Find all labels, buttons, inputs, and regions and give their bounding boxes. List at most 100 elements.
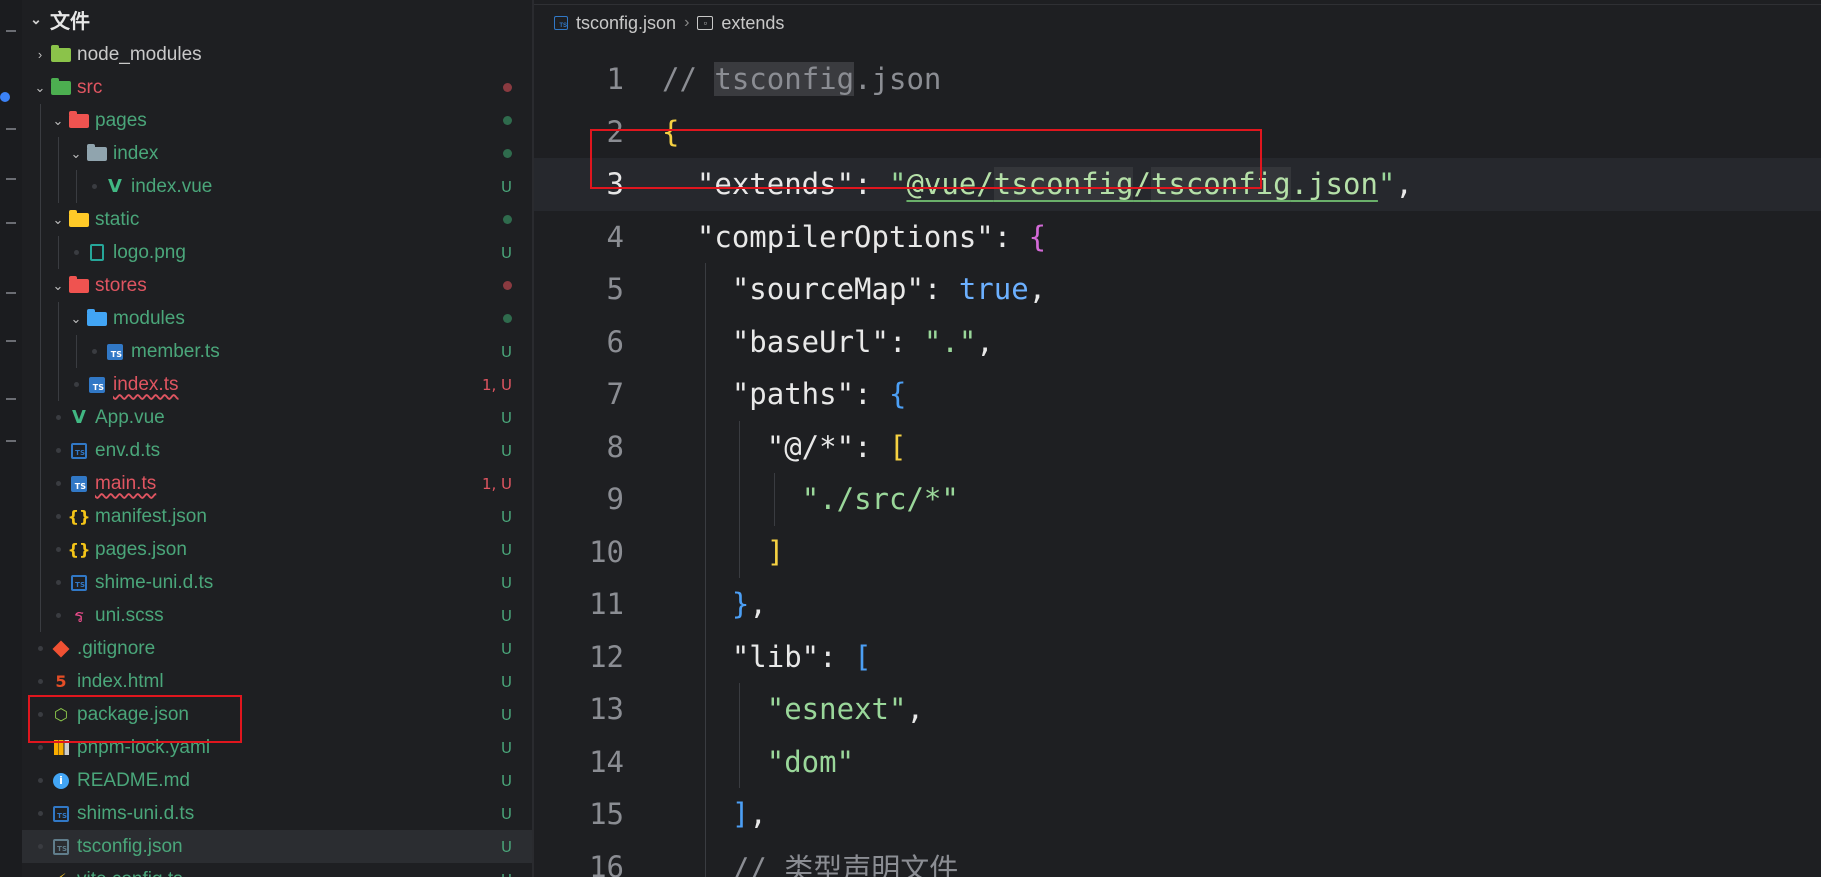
- tree-item[interactable]: 5 index.html U: [22, 665, 532, 698]
- tree-item[interactable]: logo.png U: [22, 236, 532, 269]
- line-number: 5: [606, 272, 624, 307]
- code-text: "@/*": [: [662, 429, 907, 464]
- chevron-down-icon[interactable]: ⌄: [30, 80, 50, 96]
- tree-item[interactable]: › node_modules: [22, 38, 532, 71]
- tree-item[interactable]: TS member.ts U: [22, 335, 532, 368]
- settings-icon[interactable]: [6, 398, 16, 400]
- indent-guide: [58, 236, 59, 269]
- timeline-icon[interactable]: [6, 440, 16, 442]
- tree-item[interactable]: Vindex.vue U: [22, 170, 532, 203]
- breadcrumb-file[interactable]: tsconfig.json: [576, 13, 676, 34]
- tree-item-label: static: [95, 208, 140, 230]
- code-line[interactable]: 1 // tsconfig.json: [534, 53, 1821, 106]
- indent-guide: [76, 170, 77, 203]
- code-token: "lib": [731, 639, 820, 674]
- tree-item[interactable]: ⚡ vite.config.ts U: [22, 863, 532, 877]
- indent-guide: [40, 368, 41, 401]
- tree-item[interactable]: TS shime-uni.d.ts U: [22, 566, 532, 599]
- folder-pages-icon: [68, 110, 90, 131]
- tree-item[interactable]: ร uni.scss U: [22, 599, 532, 632]
- tree-bullet: [30, 679, 50, 684]
- code-line[interactable]: 9 "./src/*": [534, 473, 1821, 526]
- tree-item[interactable]: {} pages.json U: [22, 533, 532, 566]
- accounts-icon[interactable]: [6, 340, 16, 342]
- debug-icon[interactable]: [6, 178, 16, 180]
- code-line[interactable]: 15 ],: [534, 788, 1821, 841]
- tree-item[interactable]: V App.vue U: [22, 401, 532, 434]
- git-status-badge: U: [501, 672, 512, 691]
- breadcrumb-symbol[interactable]: extends: [721, 13, 784, 34]
- code-line[interactable]: 13 "esnext",: [534, 683, 1821, 736]
- code-line[interactable]: 12 "lib": [: [534, 630, 1821, 683]
- tree-item[interactable]: i README.md U: [22, 764, 532, 797]
- tree-item[interactable]: ⌄ src: [22, 71, 532, 104]
- code-line[interactable]: 7 "paths": {: [534, 368, 1821, 421]
- chevron-right-icon[interactable]: ›: [30, 47, 50, 62]
- extensions-icon[interactable]: [6, 222, 16, 224]
- code-token: [: [854, 639, 872, 674]
- chevron-down-icon[interactable]: ⌄: [48, 212, 68, 228]
- indent-guide: [40, 302, 41, 335]
- git-status-badge: U: [501, 573, 512, 592]
- chevron-down-icon[interactable]: ⌄: [22, 11, 50, 28]
- indent-guide: [40, 203, 41, 236]
- git-icon: [50, 639, 72, 659]
- chevron-down-icon[interactable]: ⌄: [66, 311, 86, 327]
- tree-item[interactable]: TS tsconfig.json U: [22, 830, 532, 863]
- tree-item-label: pages.json: [95, 538, 187, 560]
- indent-guide: [40, 401, 41, 434]
- folder-stores-icon: [68, 275, 90, 296]
- code-line[interactable]: 10 ]: [534, 525, 1821, 578]
- code-line[interactable]: 8 "@/*": [: [534, 420, 1821, 473]
- code-line[interactable]: 6 "baseUrl": ".",: [534, 315, 1821, 368]
- tree-item[interactable]: .gitignore U: [22, 632, 532, 665]
- source-control-icon[interactable]: [6, 128, 16, 130]
- tree-item[interactable]: TS env.d.ts U: [22, 434, 532, 467]
- activity-bar: [0, 0, 22, 877]
- tree-item[interactable]: {} manifest.json U: [22, 500, 532, 533]
- code-line[interactable]: 4 "compilerOptions": {: [534, 211, 1821, 264]
- chevron-down-icon[interactable]: ⌄: [48, 278, 68, 294]
- chevron-right-icon: ›: [684, 14, 690, 31]
- tree-item-label: src: [77, 76, 103, 98]
- code-line[interactable]: 11 },: [534, 578, 1821, 631]
- git-status-badge: U: [501, 408, 512, 427]
- tree-item[interactable]: TS index.ts 1, U: [22, 368, 532, 401]
- code-text: "./src/*": [662, 482, 959, 516]
- tree-item[interactable]: ⌄ index: [22, 137, 532, 170]
- tree-item[interactable]: TS shims-uni.d.ts U: [22, 797, 532, 830]
- file-tree: › node_modules ⌄ src ⌄ pages ⌄ index Vindex.vue U…: [22, 38, 532, 877]
- tree-item[interactable]: ⌄ modules: [22, 302, 532, 335]
- code-line[interactable]: 14 "dom": [534, 735, 1821, 788]
- tree-bullet: [30, 646, 50, 651]
- tree-bullet: [84, 184, 104, 189]
- git-status-dot: [503, 269, 512, 302]
- git-status-dot: [503, 302, 512, 335]
- annotation-box-extends: [590, 129, 1262, 189]
- tree-item[interactable]: ⌄ static: [22, 203, 532, 236]
- code-line[interactable]: 16 // 类型声明文件: [534, 840, 1821, 877]
- tree-item-label: index.html: [77, 670, 164, 692]
- chevron-down-icon[interactable]: ⌄: [48, 113, 68, 129]
- code-token: "esnext": [766, 692, 907, 727]
- remote-icon[interactable]: [6, 292, 16, 294]
- tree-bullet: [48, 547, 68, 552]
- tree-item[interactable]: ⌄ pages: [22, 104, 532, 137]
- tree-item-label: stores: [95, 274, 147, 296]
- chevron-down-icon[interactable]: ⌄: [66, 146, 86, 162]
- tree-item[interactable]: ⌄ stores: [22, 269, 532, 302]
- git-status-badge: U: [501, 705, 512, 724]
- search-icon[interactable]: [6, 30, 16, 32]
- tree-item[interactable]: TS main.ts 1, U: [22, 467, 532, 500]
- tree-bullet: [48, 514, 68, 519]
- tree-item-label: shims-uni.d.ts: [77, 802, 195, 824]
- code-token: :: [819, 639, 855, 674]
- code-line[interactable]: 5 "sourceMap": true,: [534, 263, 1821, 316]
- code-token: "baseUrl": [731, 324, 889, 359]
- code-token: [: [889, 429, 907, 464]
- explorer-header[interactable]: ⌄ 文件: [22, 0, 532, 38]
- typescript-file-icon: TS: [68, 474, 90, 494]
- tsconfig-file-icon: TS: [554, 16, 568, 30]
- html-file-icon: 5: [55, 672, 67, 691]
- code-token: ]: [766, 534, 785, 569]
